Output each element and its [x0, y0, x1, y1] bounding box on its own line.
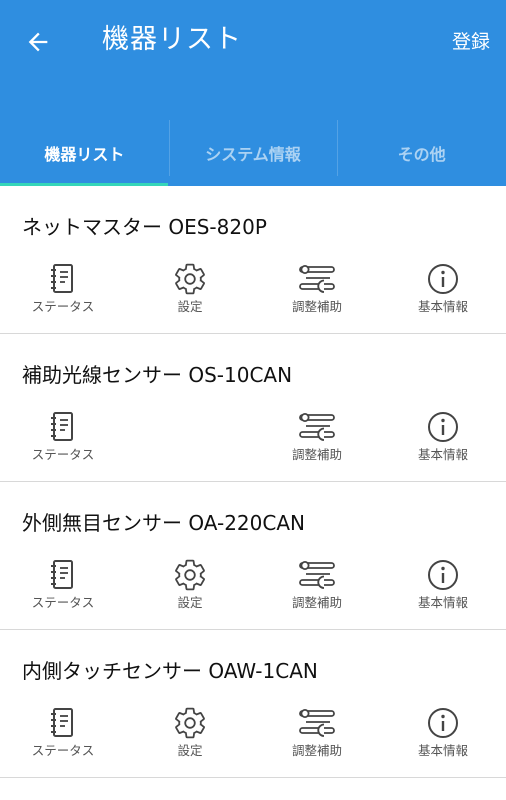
- register-button[interactable]: 登録: [452, 27, 490, 57]
- gear-icon: [170, 558, 210, 592]
- action-label: 設定: [177, 595, 203, 610]
- info-action-button[interactable]: 基本情報: [388, 558, 498, 614]
- tools-icon: [297, 262, 337, 296]
- device-actions: ステータス 設定 調整補助 基本情報: [0, 262, 506, 318]
- action-label: 基本情報: [417, 743, 468, 758]
- tab-system-info[interactable]: システム情報: [168, 120, 338, 186]
- action-label: 設定: [177, 743, 203, 758]
- action-label: 設定: [177, 299, 203, 314]
- device-actions: ステータス 設定 調整補助 基本情報: [0, 558, 506, 614]
- info-icon: [423, 410, 463, 444]
- notebook-action-button[interactable]: ステータス: [8, 410, 118, 466]
- action-label: ステータス: [31, 299, 95, 314]
- notebook-action-button[interactable]: ステータス: [8, 706, 118, 762]
- device-actions: ステータス 設定 調整補助 基本情報: [0, 706, 506, 762]
- info-action-button[interactable]: 基本情報: [388, 706, 498, 762]
- gear-action-button[interactable]: 設定: [135, 706, 245, 762]
- device-name: 内側タッチセンサー OAW-1CAN: [22, 659, 318, 683]
- tools-action-button[interactable]: 調整補助: [262, 410, 372, 466]
- device-name: 外側無目センサー OA-220CAN: [22, 511, 305, 535]
- arrow-left-icon: [28, 32, 48, 52]
- info-action-button[interactable]: 基本情報: [388, 262, 498, 318]
- back-button[interactable]: [20, 24, 56, 60]
- action-label: 基本情報: [417, 299, 468, 314]
- notebook-icon: [43, 706, 83, 740]
- device-row: ネットマスター OES-820P ステータス 設定 調整補助 基本情報: [0, 186, 506, 334]
- info-action-button[interactable]: 基本情報: [388, 410, 498, 466]
- tab-label: 機器リスト: [44, 145, 125, 164]
- gear-icon: [170, 706, 210, 740]
- gear-action-button[interactable]: 設定: [135, 558, 245, 614]
- tools-icon: [297, 410, 337, 444]
- gear-icon: [170, 262, 210, 296]
- device-row: 内側タッチセンサー OAW-1CAN ステータス 設定 調整補助 基本情報: [0, 630, 506, 778]
- action-label: 調整補助: [291, 447, 342, 462]
- tools-icon: [297, 558, 337, 592]
- action-label: ステータス: [31, 743, 95, 758]
- device-name: 補助光線センサー OS-10CAN: [22, 363, 293, 387]
- page-title: 機器リスト: [102, 24, 242, 55]
- tools-icon: [297, 706, 337, 740]
- tools-action-button[interactable]: 調整補助: [262, 558, 372, 614]
- tools-action-button[interactable]: 調整補助: [262, 706, 372, 762]
- action-label: ステータス: [31, 595, 95, 610]
- action-label: ステータス: [31, 447, 95, 462]
- action-label: 調整補助: [291, 595, 342, 610]
- tab-device-list[interactable]: 機器リスト: [0, 120, 169, 186]
- app-bar: 機器リスト 登録 機器リスト システム情報 その他: [0, 0, 506, 186]
- device-actions: ステータス 調整補助 基本情報: [0, 410, 506, 466]
- device-list: ネットマスター OES-820P ステータス 設定 調整補助 基本情報 補助光線センサー …: [0, 186, 506, 778]
- notebook-action-button[interactable]: ステータス: [8, 558, 118, 614]
- notebook-icon: [43, 558, 83, 592]
- action-label: 基本情報: [417, 595, 468, 610]
- device-name: ネットマスター OES-820P: [22, 215, 267, 239]
- action-label: 基本情報: [417, 447, 468, 462]
- notebook-icon: [43, 410, 83, 444]
- gear-action-button[interactable]: 設定: [135, 262, 245, 318]
- info-icon: [423, 262, 463, 296]
- notebook-icon: [43, 262, 83, 296]
- action-label: 調整補助: [291, 299, 342, 314]
- tab-label: システム情報: [205, 145, 301, 164]
- notebook-action-button[interactable]: ステータス: [8, 262, 118, 318]
- info-icon: [423, 558, 463, 592]
- info-icon: [423, 706, 463, 740]
- tab-other[interactable]: その他: [337, 120, 506, 186]
- device-row: 外側無目センサー OA-220CAN ステータス 設定 調整補助 基本情報: [0, 482, 506, 630]
- tools-action-button[interactable]: 調整補助: [262, 262, 372, 318]
- action-label: 調整補助: [291, 743, 342, 758]
- tab-label: その他: [397, 145, 446, 164]
- device-row: 補助光線センサー OS-10CAN ステータス 調整補助 基本情報: [0, 334, 506, 482]
- tab-bar: 機器リスト システム情報 その他: [0, 120, 506, 186]
